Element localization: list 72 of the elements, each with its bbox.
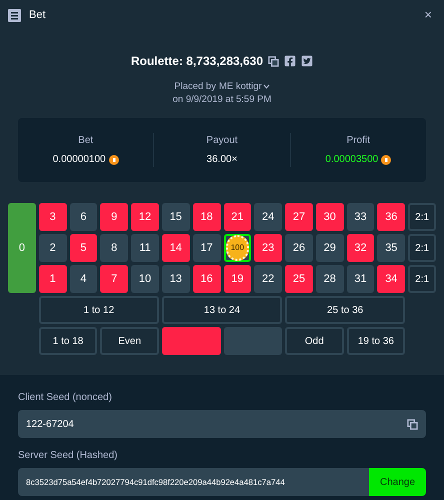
stat-value: 0.00000100 [52,153,106,167]
number-cell[interactable]: 13 [162,265,190,293]
number-cell[interactable]: 9 [100,203,128,231]
chevron-down-icon [262,84,270,89]
outside-bet[interactable]: 1 to 18 [38,327,98,355]
server-seed-field[interactable]: 8c3523d75a54ef4b72027794c91dfc98f220e209a44b92e4a481c7a744 [18,468,369,496]
number-cell[interactable]: 29 [316,234,344,262]
outside-bet[interactable]: Even [100,327,159,355]
server-seed-label: Server Seed (Hashed) [18,449,118,463]
outside-bet[interactable]: Odd [285,327,344,355]
user-link[interactable]: ME kottigr [218,80,270,93]
number-cell[interactable]: 30 [316,203,344,231]
window-title: Bet [29,8,46,23]
change-button[interactable]: Change [369,468,426,496]
number-cell[interactable]: 19 [224,265,252,293]
copy-icon[interactable] [268,56,280,66]
number-cell[interactable]: 12 [131,203,159,231]
number-cell[interactable]: 17 [192,234,220,262]
number-cell[interactable]: 5 [70,234,98,262]
number-cell[interactable]: 22 [254,265,282,293]
number-cell[interactable]: 34 [377,265,406,293]
number-cell[interactable]: 36 [377,203,406,231]
number-cell[interactable]: 15 [162,203,190,231]
number-cell[interactable]: 24 [254,203,282,231]
number-cell[interactable]: 11 [131,234,159,262]
number-cell[interactable]: 35 [377,234,406,262]
dozen-bet[interactable]: 13 to 24 [162,296,282,324]
color-bet[interactable] [162,327,220,355]
number-cell[interactable]: 31 [346,265,374,293]
coin-icon [108,154,119,164]
dozen-bet[interactable]: 25 to 36 [285,296,406,324]
facebook-icon[interactable] [284,55,296,67]
number-cell[interactable]: 21 [224,203,252,231]
close-button[interactable]: × [424,5,432,25]
number-cell[interactable]: 6 [70,203,98,231]
stat-value: 36.00× [206,153,238,167]
number-cell[interactable]: 26 [285,234,313,262]
column-bet[interactable]: 2:1 [408,234,436,262]
outside-bet[interactable]: 19 to 36 [346,327,406,355]
list-icon [8,8,21,22]
number-cell[interactable]: 2 [38,234,67,262]
stat-value: 0.00003500 [325,153,378,167]
number-cell[interactable]: 4 [70,265,98,293]
number-cell[interactable]: 27 [285,203,313,231]
number-cell[interactable]: 25 [285,265,313,293]
number-cell[interactable]: 14 [162,234,190,262]
client-seed-field[interactable]: 122-67204 [18,410,426,438]
stat-label: Bet [78,134,94,148]
number-cell[interactable]: 16 [192,265,220,293]
number-cell[interactable]: 8 [100,234,128,262]
color-bet[interactable] [224,327,282,355]
dozen-bet[interactable]: 1 to 12 [38,296,159,324]
number-cell[interactable]: 28 [316,265,344,293]
client-seed-label: Client Seed (nonced) [18,391,113,405]
number-cell[interactable]: 33 [346,203,374,231]
number-cell[interactable]: 23 [254,234,282,262]
column-bet[interactable]: 2:1 [408,203,436,231]
stat-label: Profit [346,134,370,148]
copy-icon[interactable] [407,418,418,430]
coin-icon [381,154,392,164]
stat-label: Payout [206,134,238,148]
number-cell[interactable]: 7 [100,265,128,293]
bet-date: on 9/9/2019 at 5:59 PM [172,93,272,106]
bet-title: Roulette: 8,733,283,630 [130,53,264,70]
number-cell[interactable]: 3 [38,203,67,231]
number-cell[interactable]: 18 [192,203,220,231]
number-cell[interactable]: 32 [346,234,374,262]
twitter-icon[interactable] [301,55,314,67]
column-bet[interactable]: 2:1 [408,265,436,293]
placed-by-label: Placed by [174,80,216,93]
number-cell[interactable]: 1 [38,265,67,293]
number-cell[interactable]: 10 [131,265,159,293]
